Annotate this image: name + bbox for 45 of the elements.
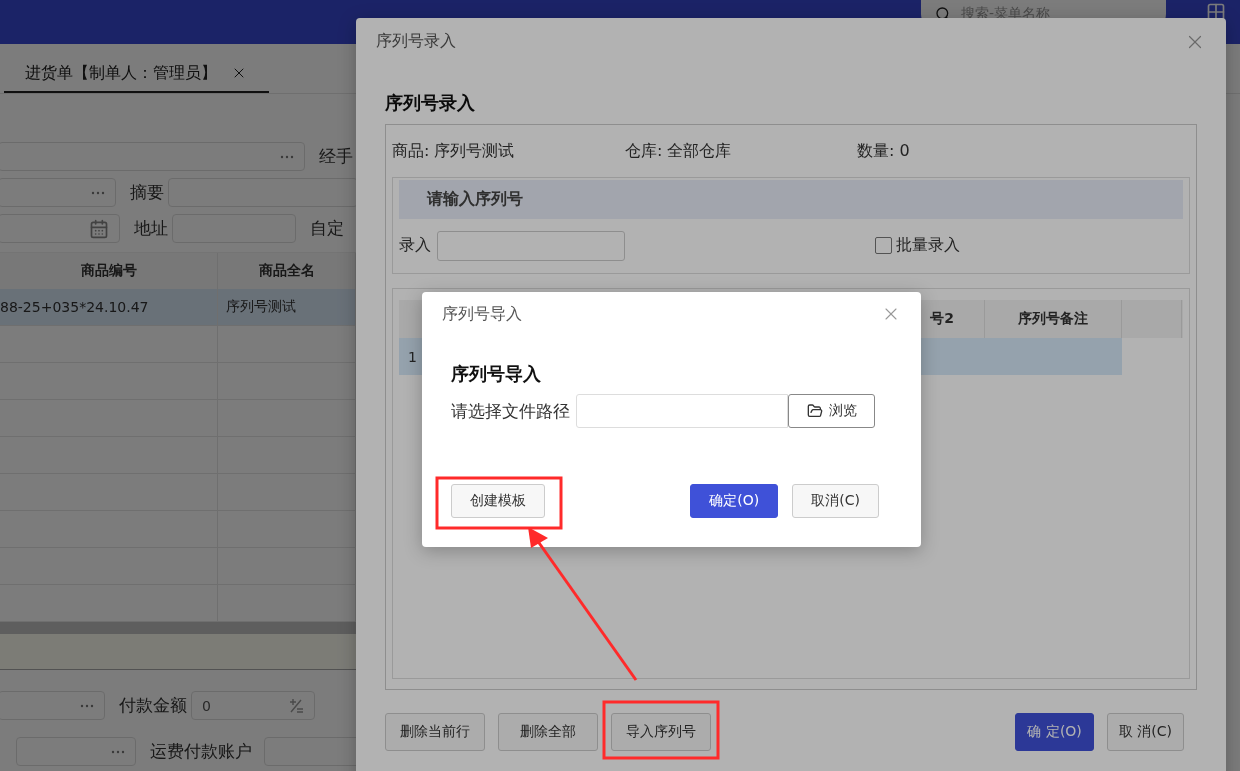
dialog-title: 序列号导入	[442, 303, 522, 325]
picker-field[interactable]	[0, 691, 105, 720]
supplier-field[interactable]	[0, 142, 305, 171]
more-icon	[280, 154, 294, 159]
dialog-button[interactable]: 导入序列号	[611, 713, 711, 751]
table-row[interactable]: 88-25+035*24.10.47 序列号测试	[0, 289, 356, 326]
confirm-button[interactable]: 确定(O)	[690, 484, 779, 518]
document-tab[interactable]: 进货单【制单人：管理员】	[4, 59, 269, 93]
serial-input[interactable]	[437, 230, 625, 261]
field-label: 请选择文件路径	[451, 399, 570, 423]
plus-minus-icon	[288, 697, 304, 714]
dialog-button[interactable]: 取 消(C)	[1106, 713, 1184, 751]
more-icon	[91, 190, 105, 195]
field-label: 付款金额	[119, 694, 187, 717]
more-icon	[111, 749, 125, 754]
calendar-icon[interactable]	[89, 218, 109, 239]
info-text: 商品: 序列号测试	[392, 140, 516, 162]
browse-button[interactable]: 浏览	[788, 394, 875, 428]
dialog-button[interactable]: 删除当前行	[385, 713, 485, 751]
info-text: 仓库: 全部仓库	[625, 140, 733, 162]
field-label: 录入	[399, 235, 431, 257]
payment-field[interactable]: 0	[191, 691, 315, 720]
dialog-button[interactable]: 取消(C)	[792, 484, 879, 518]
folder-icon	[806, 403, 823, 419]
dialog-button[interactable]: 创建模板	[451, 484, 545, 518]
batch-checkbox[interactable]: 批量录入	[875, 235, 960, 257]
info-text: 数量: 0	[857, 140, 911, 162]
picker-field[interactable]	[16, 737, 136, 766]
more-icon	[80, 703, 94, 708]
dialog-heading: 序列号录入	[385, 91, 476, 115]
dialog-button[interactable]: 删除全部	[498, 713, 598, 751]
path-input[interactable]	[576, 394, 788, 428]
date-field[interactable]	[0, 214, 120, 243]
confirm-button[interactable]: 确 定(O)	[1015, 713, 1094, 751]
field-label: 自定	[310, 217, 344, 240]
summary-field[interactable]	[168, 178, 358, 207]
checkbox[interactable]	[875, 237, 892, 255]
dialog-title: 序列号录入	[376, 31, 456, 52]
field-label: 运费付款账户	[150, 740, 252, 763]
field-label: 摘要	[130, 181, 164, 204]
picker-field[interactable]	[0, 178, 116, 207]
section-header: 请输入序列号	[399, 180, 1183, 219]
field-label: 经手	[319, 145, 353, 168]
dialog-heading: 序列号导入	[451, 362, 542, 386]
field-label: 地址	[134, 217, 168, 240]
